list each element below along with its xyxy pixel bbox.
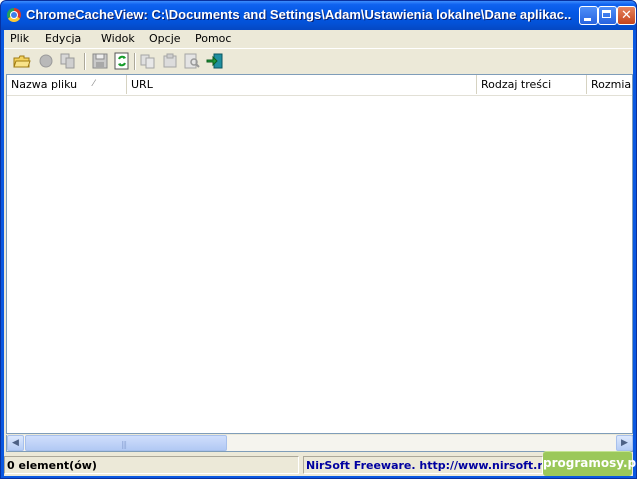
- minimize-button[interactable]: [579, 6, 598, 25]
- properties-icon[interactable]: [161, 52, 179, 70]
- toolbar: [4, 48, 633, 74]
- menu-widok[interactable]: Widok: [101, 32, 135, 45]
- maximize-button[interactable]: [598, 6, 617, 25]
- sort-indicator-icon: ⁄: [93, 79, 95, 89]
- scroll-left-icon: ◀: [12, 438, 19, 448]
- column-header-url[interactable]: URL: [127, 75, 477, 94]
- scroll-right-icon: ▶: [621, 438, 628, 448]
- scroll-left-button[interactable]: ◀: [7, 435, 24, 451]
- open-folder-icon[interactable]: [13, 52, 31, 70]
- client-area: Plik Edycja Widok Opcje Pomoc Nazwa plik…: [4, 30, 637, 476]
- close-button[interactable]: ✕: [617, 6, 636, 25]
- toolbar-separator: [84, 53, 86, 70]
- brand-label: programosy.pl: [543, 456, 637, 470]
- column-header-filename[interactable]: Nazwa pliku ⁄: [7, 75, 127, 94]
- stop-icon[interactable]: [37, 52, 55, 70]
- programosy-watermark: programosy.pl: [543, 451, 637, 476]
- menu-bar: Plik Edycja Widok Opcje Pomoc: [4, 30, 633, 48]
- menu-opcje[interactable]: Opcje: [149, 32, 181, 45]
- nirsoft-credit-link[interactable]: NirSoft Freeware. http://www.nirsoft.net: [303, 456, 543, 474]
- toolbar-separator: [134, 53, 136, 70]
- title-bar[interactable]: ChromeCacheView: C:\Documents and Settin…: [1, 1, 636, 30]
- status-bar: 0 element(ów) NirSoft Freeware. http://w…: [4, 454, 633, 476]
- chrome-app-icon[interactable]: [7, 8, 21, 22]
- app-window: ChromeCacheView: C:\Documents and Settin…: [0, 0, 637, 479]
- list-header: Nazwa pliku ⁄ URL Rodzaj treści Rozmiar: [7, 75, 632, 96]
- cache-list[interactable]: Nazwa pliku ⁄ URL Rodzaj treści Rozmiar: [6, 74, 633, 434]
- scroll-thumb[interactable]: |||: [25, 435, 227, 451]
- refresh-icon[interactable]: [113, 52, 131, 70]
- exit-icon[interactable]: [206, 52, 224, 70]
- items-count: 0 element(ów): [4, 456, 299, 474]
- menu-edycja[interactable]: Edycja: [45, 32, 81, 45]
- column-header-content-type[interactable]: Rodzaj treści: [477, 75, 587, 94]
- close-icon: ✕: [621, 8, 632, 23]
- copy-icon[interactable]: [139, 52, 157, 70]
- copy-files-icon[interactable]: [59, 52, 77, 70]
- find-icon[interactable]: [183, 52, 201, 70]
- grip-icon: |||: [121, 440, 127, 449]
- column-label: Nazwa pliku: [11, 78, 78, 91]
- window-title: ChromeCacheView: C:\Documents and Settin…: [26, 7, 572, 22]
- horizontal-scrollbar[interactable]: ◀ ||| ▶: [6, 435, 633, 452]
- column-header-size[interactable]: Rozmiar: [587, 75, 632, 94]
- menu-pomoc[interactable]: Pomoc: [195, 32, 231, 45]
- scroll-right-button[interactable]: ▶: [616, 435, 633, 451]
- menu-plik[interactable]: Plik: [10, 32, 29, 45]
- save-icon[interactable]: [91, 52, 109, 70]
